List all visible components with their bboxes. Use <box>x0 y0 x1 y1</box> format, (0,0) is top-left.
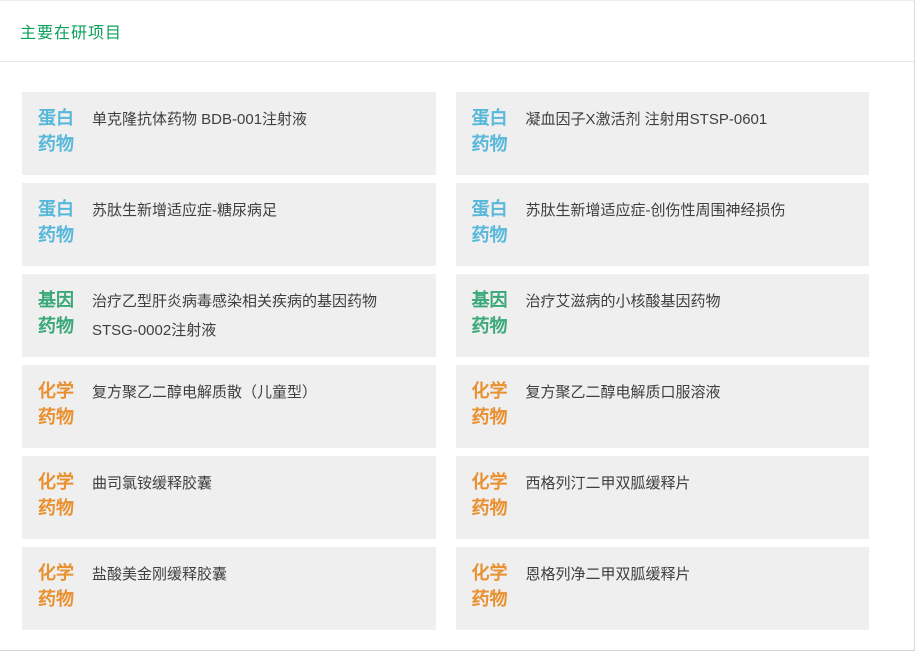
project-category-label: 基因药物 <box>38 287 78 339</box>
project-category-label: 化学药物 <box>38 560 78 612</box>
project-card: 蛋白药物 苏肽生新增适应症-糖尿病足 <box>22 183 436 266</box>
project-category-label: 化学药物 <box>472 469 512 521</box>
project-name: 凝血因子X激活剂 注射用STSP-0601 <box>526 105 768 134</box>
project-card: 蛋白药物 凝血因子X激活剂 注射用STSP-0601 <box>456 92 870 175</box>
project-card: 化学药物 复方聚乙二醇电解质散（儿童型） <box>22 365 436 448</box>
rd-projects-section: 主要在研项目 蛋白药物 单克隆抗体药物 BDB-001注射液 蛋白药物 凝血因子… <box>0 0 915 651</box>
project-name: 复方聚乙二醇电解质口服溶液 <box>526 378 721 407</box>
project-category-label: 化学药物 <box>472 560 512 612</box>
project-card: 化学药物 曲司氯铵缓释胶囊 <box>22 456 436 539</box>
project-card: 基因药物 治疗艾滋病的小核酸基因药物 <box>456 274 870 357</box>
project-category-label: 化学药物 <box>38 378 78 430</box>
project-card: 蛋白药物 单克隆抗体药物 BDB-001注射液 <box>22 92 436 175</box>
project-category-label: 蛋白药物 <box>38 105 78 157</box>
project-card: 化学药物 盐酸美金刚缓释胶囊 <box>22 547 436 630</box>
project-name: 苏肽生新增适应症-创伤性周围神经损伤 <box>526 196 786 225</box>
project-card: 化学药物 恩格列净二甲双胍缓释片 <box>456 547 870 630</box>
project-name: 治疗乙型肝炎病毒感染相关疾病的基因药物 STSG-0002注射液 <box>92 287 422 345</box>
project-name: 西格列汀二甲双胍缓释片 <box>526 469 691 498</box>
project-name: 曲司氯铵缓释胶囊 <box>92 469 212 498</box>
project-category-label: 化学药物 <box>38 469 78 521</box>
project-category-label: 化学药物 <box>472 378 512 430</box>
project-name: 复方聚乙二醇电解质散（儿童型） <box>92 378 317 407</box>
project-name: 治疗艾滋病的小核酸基因药物 <box>526 287 721 316</box>
section-header: 主要在研项目 <box>0 1 914 62</box>
project-category-label: 蛋白药物 <box>472 196 512 248</box>
project-name: 恩格列净二甲双胍缓释片 <box>526 560 691 589</box>
project-card: 蛋白药物 苏肽生新增适应症-创伤性周围神经损伤 <box>456 183 870 266</box>
project-category-label: 蛋白药物 <box>38 196 78 248</box>
project-category-label: 基因药物 <box>472 287 512 339</box>
project-category-label: 蛋白药物 <box>472 105 512 157</box>
project-name: 苏肽生新增适应症-糖尿病足 <box>92 196 277 225</box>
project-name: 盐酸美金刚缓释胶囊 <box>92 560 227 589</box>
project-card: 化学药物 复方聚乙二醇电解质口服溶液 <box>456 365 870 448</box>
section-title: 主要在研项目 <box>20 19 122 43</box>
project-card: 化学药物 西格列汀二甲双胍缓释片 <box>456 456 870 539</box>
project-name: 单克隆抗体药物 BDB-001注射液 <box>92 105 307 134</box>
projects-grid: 蛋白药物 单克隆抗体药物 BDB-001注射液 蛋白药物 凝血因子X激活剂 注射… <box>22 92 869 630</box>
project-card: 基因药物 治疗乙型肝炎病毒感染相关疾病的基因药物 STSG-0002注射液 <box>22 274 436 357</box>
